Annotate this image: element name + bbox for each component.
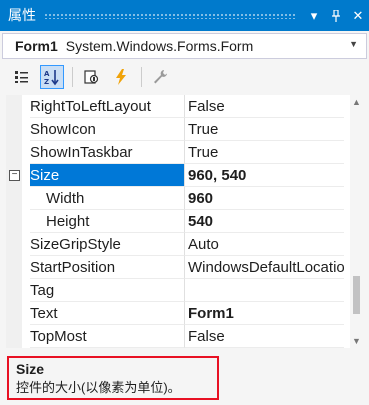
property-name: Text xyxy=(30,302,184,325)
property-name: SizeGripStyle xyxy=(30,233,184,256)
description-text: 控件的大小(以像素为单位)。 xyxy=(16,380,181,395)
window-position-dropdown-icon[interactable]: ▾ xyxy=(303,0,325,31)
property-row-size[interactable]: − Size 960, 540 xyxy=(6,164,344,187)
panel-title: 属性 xyxy=(8,7,36,23)
property-row-startposition[interactable]: StartPosition WindowsDefaultLocation xyxy=(6,256,344,279)
scroll-down-icon[interactable]: ▼ xyxy=(350,336,363,346)
row-gutter xyxy=(6,325,22,348)
property-name: Tag xyxy=(30,279,184,302)
titlebar-grip[interactable] xyxy=(44,12,297,19)
row-gutter xyxy=(6,118,22,141)
object-selector[interactable]: Form1 System.Windows.Forms.Form ▼ xyxy=(2,33,367,59)
property-value[interactable]: 960, 540 xyxy=(184,164,344,187)
collapse-icon[interactable]: − xyxy=(9,170,20,181)
row-gutter: − xyxy=(6,164,22,187)
property-row-righttoleftlayout[interactable]: RightToLeftLayout False xyxy=(6,95,344,118)
property-value[interactable]: 960 xyxy=(184,187,344,210)
close-icon[interactable]: ✕ xyxy=(347,0,369,31)
object-type: System.Windows.Forms.Form xyxy=(65,38,254,54)
object-name: Form1 xyxy=(15,38,58,54)
description-splitter[interactable] xyxy=(0,350,369,354)
property-value[interactable]: 540 xyxy=(184,210,344,233)
events-lightning-icon[interactable] xyxy=(109,65,133,89)
property-value[interactable]: Auto xyxy=(184,233,344,256)
svg-text:Z: Z xyxy=(44,78,49,86)
toolbar-separator xyxy=(72,66,73,87)
properties-icon[interactable] xyxy=(79,65,103,89)
property-value[interactable] xyxy=(184,279,344,302)
property-value[interactable]: WindowsDefaultLocation xyxy=(184,256,344,279)
property-row-width[interactable]: Width 960 xyxy=(6,187,344,210)
categorized-icon[interactable] xyxy=(10,65,34,89)
property-row-tag[interactable]: Tag xyxy=(6,279,344,302)
row-gutter xyxy=(6,302,22,325)
property-row-height[interactable]: Height 540 xyxy=(6,210,344,233)
wrench-icon[interactable] xyxy=(148,65,172,89)
description-title: Size xyxy=(16,361,45,377)
property-name: RightToLeftLayout xyxy=(30,95,184,118)
property-name: Width xyxy=(30,187,184,210)
property-name: StartPosition xyxy=(30,256,184,279)
property-value[interactable]: Form1 xyxy=(184,302,344,325)
property-name: Size xyxy=(30,164,184,187)
property-name: ShowIcon xyxy=(30,118,184,141)
row-gutter xyxy=(6,95,22,118)
property-value[interactable]: True xyxy=(184,141,344,164)
property-row-showicon[interactable]: ShowIcon True xyxy=(6,118,344,141)
property-row-text[interactable]: Text Form1 xyxy=(6,302,344,325)
property-row-showintaskbar[interactable]: ShowInTaskbar True xyxy=(6,141,344,164)
property-value[interactable]: False xyxy=(184,95,344,118)
scrollbar-thumb[interactable] xyxy=(353,276,360,314)
row-gutter xyxy=(6,210,22,233)
property-value[interactable]: True xyxy=(184,118,344,141)
property-row-sizegripstyle[interactable]: SizeGripStyle Auto xyxy=(6,233,344,256)
scroll-up-icon[interactable]: ▲ xyxy=(350,97,363,107)
toolbar-separator xyxy=(141,66,142,87)
description-pane: Size 控件的大小(以像素为单位)。 xyxy=(7,356,219,400)
property-name: Height xyxy=(30,210,184,233)
chevron-down-icon[interactable]: ▼ xyxy=(349,39,358,49)
row-gutter xyxy=(6,187,22,210)
pin-icon[interactable] xyxy=(325,0,347,31)
property-value[interactable]: False xyxy=(184,325,344,348)
row-gutter xyxy=(6,279,22,302)
property-name: TopMost xyxy=(30,325,184,348)
vertical-scrollbar[interactable]: ▲ ▼ xyxy=(350,95,363,348)
properties-toolbar: AZ xyxy=(0,60,369,93)
row-gutter xyxy=(6,233,22,256)
property-row-topmost[interactable]: TopMost False xyxy=(6,325,344,348)
property-name: ShowInTaskbar xyxy=(30,141,184,164)
alphabetical-icon[interactable]: AZ xyxy=(40,64,64,89)
row-gutter xyxy=(6,256,22,279)
row-gutter xyxy=(6,141,22,164)
properties-panel-titlebar: 属性 ▾ ✕ xyxy=(0,0,369,31)
svg-text:A: A xyxy=(44,70,50,78)
property-grid: RightToLeftLayout False ShowIcon True Sh… xyxy=(6,95,363,348)
